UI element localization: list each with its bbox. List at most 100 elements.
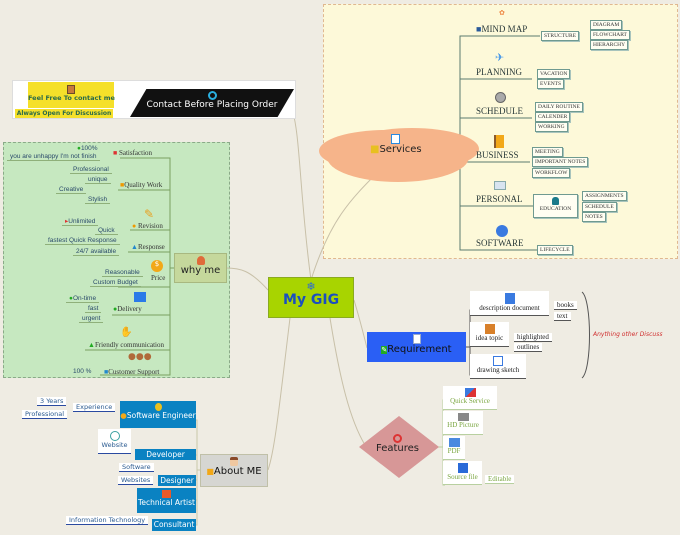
feature-quick-service[interactable]: Quick Service — [443, 386, 497, 410]
service-schedule[interactable]: SCHEDULE — [476, 106, 523, 116]
why-me-label: why me — [180, 265, 221, 276]
why-item-response[interactable]: ▲Response — [131, 243, 165, 251]
service-sub[interactable]: WORKING — [535, 122, 568, 132]
service-sub[interactable]: VACATION — [537, 69, 571, 79]
service-sub[interactable]: WORKFLOW — [532, 168, 571, 178]
label: Response — [137, 243, 165, 251]
why-item-revision[interactable]: ● Revision — [132, 222, 163, 230]
flag-icon — [162, 490, 171, 498]
about-designer[interactable]: Designer — [158, 475, 196, 486]
req-drawing-sketch[interactable]: drawing sketch — [470, 354, 526, 379]
service-sub[interactable]: NOTES — [582, 212, 606, 222]
label: Satisfaction — [118, 149, 153, 157]
delivery-sub: fast — [85, 305, 102, 313]
alert-icon: ■ — [113, 149, 118, 157]
quality-sub: unique — [85, 176, 111, 184]
feature-pdf[interactable]: PDF — [443, 436, 465, 460]
req-idea-topic[interactable]: idea topic — [470, 322, 509, 347]
satisfaction-sub-100: ●100% — [77, 145, 98, 152]
requirement-label: Requirement — [387, 344, 452, 355]
service-sub[interactable]: HIERARCHY — [590, 40, 629, 50]
about-me-node[interactable]: ■About ME — [200, 454, 268, 487]
mind-map-icon: ✿ — [499, 9, 505, 17]
features-label-wrap: Features — [376, 434, 419, 454]
service-structure[interactable]: STRUCTURE — [541, 31, 580, 41]
feature-source-file[interactable]: Source file — [443, 461, 482, 485]
about-developer[interactable]: Developer — [135, 449, 196, 460]
quality-sub: Professional — [70, 166, 112, 174]
about-information-technology[interactable]: Information Technology — [66, 516, 149, 525]
quality-sub: Creative — [56, 186, 87, 194]
about-experience[interactable]: Experience — [73, 403, 116, 412]
about-3-years[interactable]: 3 Years — [37, 397, 67, 406]
req-sub[interactable]: text — [554, 312, 571, 321]
requirement-node[interactable]: ✎Requirement — [367, 332, 466, 362]
about-software-engineer[interactable]: ●Software Engineer — [120, 401, 196, 428]
service-sub[interactable]: SCHEDULE — [582, 202, 617, 212]
req-sub[interactable]: outlines — [514, 343, 543, 352]
pencil-icon: ✎ — [144, 207, 155, 221]
contact-title: Contact Before Placing Order — [146, 100, 278, 110]
about-label: About ME — [213, 466, 262, 477]
service-business[interactable]: BUSINESS — [476, 150, 519, 160]
req-description-document[interactable]: description document — [470, 291, 549, 316]
id-card-icon — [494, 181, 506, 190]
service-sub[interactable]: MEETING — [532, 147, 563, 157]
airplane-icon: ✈ — [495, 51, 505, 64]
search-document-icon — [412, 334, 421, 344]
about-technical-artist[interactable]: Technical Artist — [137, 488, 196, 513]
service-sub[interactable]: DIAGRAM — [590, 20, 623, 30]
contact-feel-free[interactable]: Feel Free To contact me — [28, 82, 115, 108]
label: Revision — [137, 222, 163, 230]
camera-icon — [457, 413, 469, 421]
globe-icon — [496, 225, 508, 237]
service-planning[interactable]: PLANNING — [476, 67, 522, 77]
response-sub: 24/7 available — [73, 248, 120, 256]
about-professional[interactable]: Professional — [22, 410, 68, 419]
why-item-price[interactable]: Price — [151, 274, 165, 282]
service-sub[interactable]: LIFECYCLE — [537, 245, 573, 255]
feature-editable[interactable]: Editable — [485, 475, 515, 484]
service-sub[interactable]: ASSIGNMENTS — [582, 191, 627, 201]
label: 100% — [80, 145, 98, 152]
team-icon: ●●● — [128, 352, 152, 362]
about-consultant[interactable]: Consultant — [152, 519, 196, 531]
feature-hd-picture[interactable]: HD Picture — [443, 411, 483, 435]
why-item-satisfaction[interactable]: ■ Satisfaction — [113, 149, 152, 157]
req-sub[interactable]: books — [554, 301, 577, 310]
about-website[interactable]: Website — [98, 429, 131, 454]
contact-title-node[interactable]: Contact Before Placing Order — [130, 89, 294, 117]
label: Software Engineer — [126, 411, 196, 420]
printer-icon — [448, 438, 460, 447]
service-sub[interactable]: CALENDER — [535, 112, 571, 122]
why-item-delivery[interactable]: ●Delivery — [113, 305, 142, 313]
service-sub[interactable]: EVENTS — [537, 79, 565, 89]
service-sub[interactable]: IMPORTANT NOTES — [532, 157, 589, 167]
why-me-node[interactable]: why me — [174, 253, 227, 283]
service-personal[interactable]: PERSONAL — [476, 194, 523, 204]
hourglass-icon — [67, 85, 75, 94]
why-item-friendly-communication[interactable]: ▲Friendly communication — [88, 341, 164, 349]
person-icon: ▲ — [88, 341, 95, 349]
support-agent-icon — [196, 256, 205, 265]
notebook-icon — [494, 135, 504, 148]
service-mind-map[interactable]: ■MIND MAP — [476, 24, 527, 34]
backpack-icon — [552, 197, 559, 205]
about-websites[interactable]: Websites — [118, 476, 154, 485]
service-education[interactable]: EDUCATION — [533, 194, 578, 218]
clock-icon — [495, 92, 506, 103]
service-sub[interactable]: DAILY ROUTINE — [535, 102, 583, 112]
medal-icon — [154, 403, 162, 411]
about-software[interactable]: Software — [119, 463, 154, 472]
center-label: My GIG — [282, 292, 340, 308]
service-software[interactable]: SOFTWARE — [476, 238, 524, 248]
why-item-quality-work[interactable]: ■Quality Work — [120, 181, 162, 189]
center-node[interactable]: ❄ My GIG — [268, 277, 354, 318]
service-sub[interactable]: FLOWCHART — [590, 30, 630, 40]
revision-sub: ▸Unlimited — [62, 217, 99, 226]
contact-card-icon — [504, 293, 515, 304]
target-icon — [393, 434, 402, 443]
why-item-customer-support[interactable]: ■Customer Support — [104, 368, 159, 376]
contact-always-open[interactable]: Always Open For Discussion — [15, 109, 113, 118]
req-sub[interactable]: highlighted — [514, 333, 552, 342]
